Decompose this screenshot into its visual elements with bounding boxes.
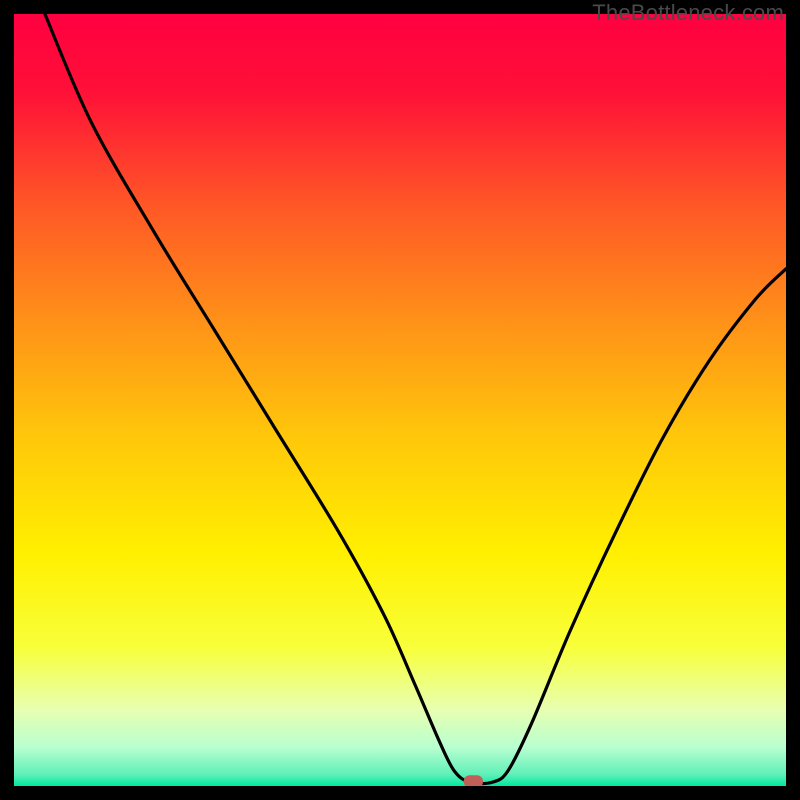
chart-frame: TheBottleneck.com [0,0,800,800]
optimal-marker [464,775,483,786]
plot-area [14,14,786,786]
bottleneck-chart [14,14,786,786]
watermark-text: TheBottleneck.com [592,0,784,26]
gradient-background [14,14,786,786]
